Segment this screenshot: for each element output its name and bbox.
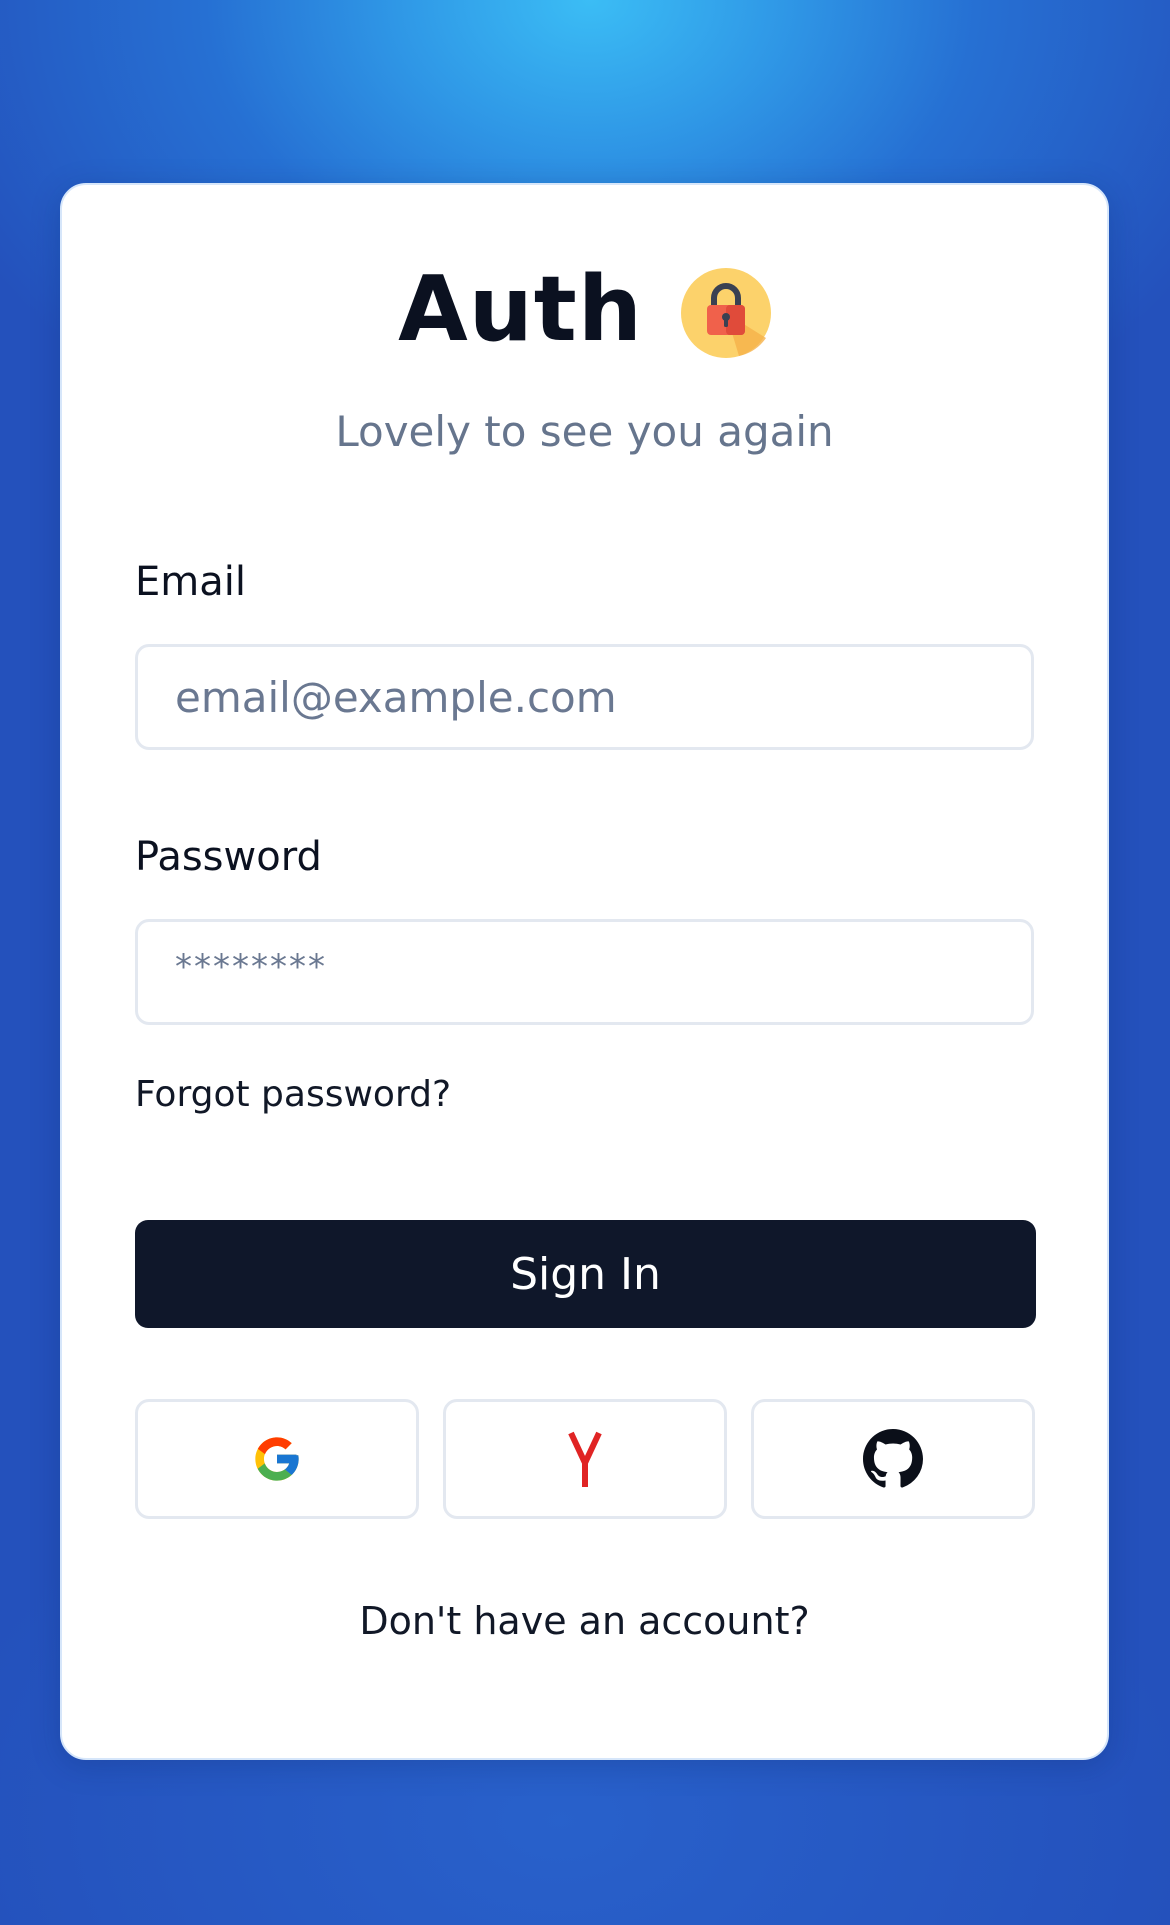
email-label: Email [135,559,246,605]
password-label: Password [135,834,322,880]
padlock-icon [680,268,771,358]
google-signin-button[interactable] [135,1399,419,1519]
password-field[interactable]: ******** [135,919,1034,1025]
yandex-signin-button[interactable] [443,1399,727,1519]
sign-in-label: Sign In [510,1248,661,1300]
forgot-password-link[interactable]: Forgot password? [135,1073,451,1117]
title-row: Auth [62,260,1107,360]
github-icon [863,1429,923,1488]
google-icon [255,1437,299,1481]
email-field[interactable]: email@example.com [135,644,1034,750]
github-signin-button[interactable] [751,1399,1035,1519]
yandex-icon [568,1431,602,1487]
page-title: Auth [398,257,643,362]
subtitle: Lovely to see you again [335,407,834,456]
auth-card: Auth Lovely to see you again Email email… [60,183,1109,1760]
sign-in-button[interactable]: Sign In [135,1220,1036,1328]
password-value: ******** [175,947,327,987]
signup-link[interactable]: Don't have an account? [62,1598,1107,1644]
email-placeholder: email@example.com [175,672,617,722]
